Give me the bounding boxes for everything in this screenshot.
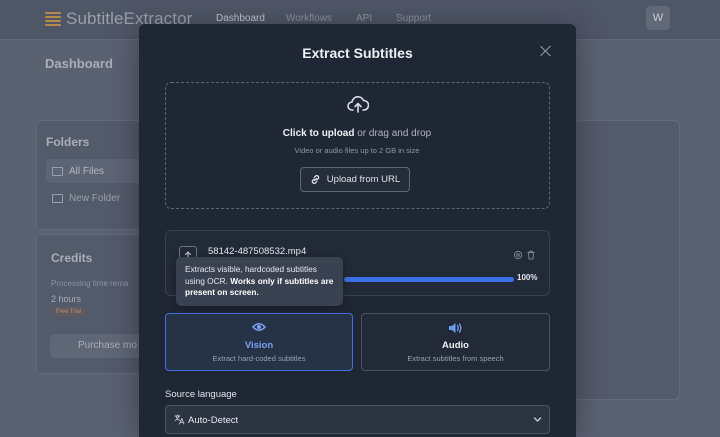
eye-icon — [166, 322, 352, 332]
folders-title: Folders — [46, 135, 90, 149]
folder-label: All Files — [69, 165, 105, 177]
vision-title: Vision — [244, 340, 274, 351]
upload-progress-fill — [344, 277, 514, 282]
speaker-icon — [362, 322, 549, 334]
processing-value: 2 hours — [51, 294, 82, 304]
nav-api[interactable]: API — [356, 13, 396, 24]
vision-tooltip: Extracts visible, hardcoded subtitles us… — [176, 257, 343, 306]
purchase-button[interactable]: Purchase mo — [50, 334, 146, 358]
page-title: Dashboard — [45, 56, 113, 71]
user-avatar[interactable]: W — [646, 6, 670, 30]
trial-badge: Free Trial — [51, 307, 87, 317]
vision-description: Extract hard-coded subtitles — [212, 354, 306, 363]
cloud-upload-icon — [347, 96, 369, 113]
logo-icon — [45, 12, 61, 26]
nav-dashboard[interactable]: Dashboard — [216, 13, 286, 24]
file-name: 58142-487508532.mp4 — [208, 246, 307, 257]
audio-title: Audio — [442, 340, 469, 351]
source-language-value: Auto-Detect — [188, 415, 239, 426]
right-panel — [574, 120, 680, 400]
close-icon[interactable] — [540, 45, 552, 57]
chevron-down-icon — [533, 417, 542, 422]
nav-workflows[interactable]: Workflows — [286, 13, 356, 24]
nav-support[interactable]: Support — [396, 13, 431, 24]
processing-label: Processing time rema — [51, 279, 129, 288]
audio-description: Extract subtitles from speech — [407, 354, 504, 363]
upload-dropzone[interactable]: Click to upload or drag and drop Video o… — [165, 82, 550, 209]
modal-title: Extract Subtitles — [302, 45, 413, 61]
source-language-label: Source language — [165, 389, 237, 400]
link-icon — [311, 175, 320, 184]
extract-subtitles-modal: Extract Subtitles Click to upload or dra… — [139, 24, 576, 437]
trash-icon[interactable] — [526, 250, 536, 260]
upload-from-url-button[interactable]: Upload from URL — [300, 167, 410, 192]
new-folder-button[interactable]: New Folder — [46, 186, 141, 210]
folder-plus-icon — [52, 193, 63, 203]
drag-drop-text: or drag and drop — [354, 128, 432, 139]
folder-icon — [52, 166, 63, 176]
upload-progress-percent: 100% — [517, 273, 538, 282]
dropzone-hint: Video or audio files up to 2 GB in size — [294, 146, 420, 155]
dropzone-instructions: Click to upload or drag and drop — [166, 128, 548, 139]
source-language-select[interactable]: Auto-Detect — [165, 405, 550, 434]
upload-from-url-label: Upload from URL — [326, 174, 401, 185]
folder-all-files[interactable]: All Files — [46, 159, 141, 183]
audio-option[interactable]: Audio Extract subtitles from speech — [361, 313, 550, 371]
credits-title: Credits — [51, 251, 93, 265]
main-nav: Dashboard Workflows API Support — [216, 13, 431, 24]
upload-progress-bar — [344, 277, 514, 282]
click-to-upload-link[interactable]: Click to upload — [283, 128, 355, 139]
gear-icon[interactable] — [513, 250, 523, 260]
vision-option[interactable]: Vision Extract hard-coded subtitles — [165, 313, 353, 371]
translate-icon — [174, 414, 185, 425]
folder-label: New Folder — [69, 192, 121, 204]
